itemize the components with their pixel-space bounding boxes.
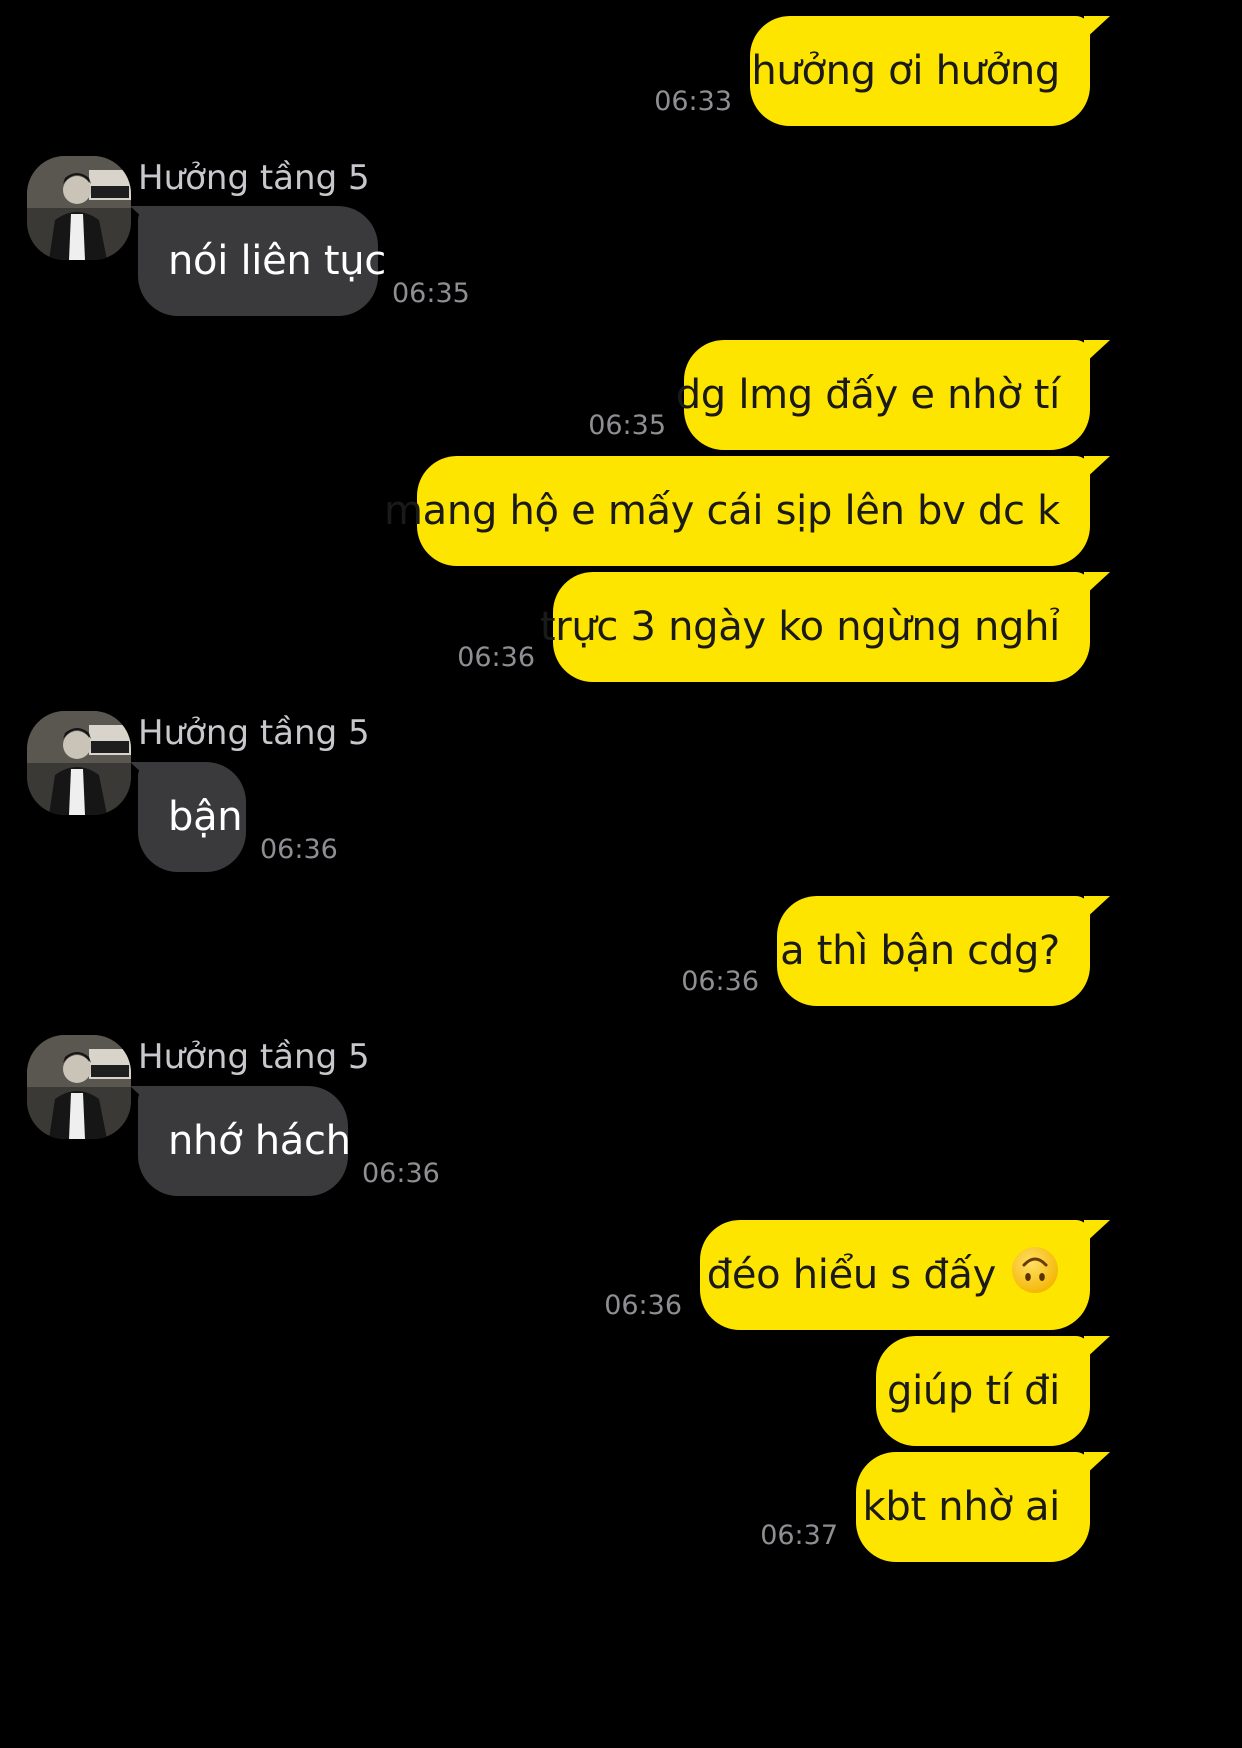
message-timestamp: 06:35 bbox=[392, 278, 470, 309]
message-text: nói liên tục bbox=[168, 238, 386, 284]
avatar-photo-icon bbox=[27, 156, 131, 260]
outgoing-message-bubble[interactable]: trực 3 ngày ko ngừng nghỉ bbox=[540, 572, 1090, 682]
message-text: trực 3 ngày ko ngừng nghỉ bbox=[539, 604, 1060, 650]
message-text: dg lmg đấy e nhờ tí bbox=[675, 372, 1061, 418]
message-text: mang hộ e mấy cái sịp lên bv dc k bbox=[384, 488, 1060, 534]
outgoing-message-bubble[interactable]: hưởng ơi hưởng bbox=[750, 16, 1090, 126]
message-timestamp: 06:36 bbox=[457, 642, 535, 673]
sender-name: Hưởng tầng 5 bbox=[138, 713, 370, 753]
message-text: giúp tí đi bbox=[887, 1368, 1060, 1414]
message-text: kbt nhờ ai bbox=[862, 1484, 1061, 1530]
outgoing-message-bubble[interactable]: đéo hiểu s đấy bbox=[700, 1220, 1090, 1330]
outgoing-message-bubble[interactable]: kbt nhờ ai bbox=[856, 1452, 1090, 1562]
contact-avatar[interactable] bbox=[27, 156, 131, 260]
message-timestamp: 06:36 bbox=[362, 1158, 440, 1189]
avatar-photo-icon bbox=[27, 711, 131, 815]
message-timestamp: 06:33 bbox=[654, 86, 732, 117]
outgoing-message-bubble[interactable]: giúp tí đi bbox=[876, 1336, 1090, 1446]
incoming-message-bubble[interactable]: bận bbox=[138, 762, 246, 872]
message-text: nhớ hách bbox=[168, 1118, 351, 1164]
upside-down-face-icon bbox=[1010, 1245, 1060, 1305]
message-timestamp: 06:36 bbox=[681, 966, 759, 997]
message-timestamp: 06:36 bbox=[260, 834, 338, 865]
message-text: bận bbox=[168, 794, 243, 840]
message-timestamp: 06:36 bbox=[604, 1290, 682, 1321]
sender-name: Hưởng tầng 5 bbox=[138, 1037, 370, 1077]
outgoing-message-bubble[interactable]: a thì bận cdg? bbox=[777, 896, 1090, 1006]
contact-avatar[interactable] bbox=[27, 1035, 131, 1139]
message-text: a thì bận cdg? bbox=[780, 928, 1060, 974]
outgoing-message-bubble[interactable]: dg lmg đấy e nhờ tí bbox=[676, 340, 1090, 450]
message-timestamp: 06:37 bbox=[760, 1520, 838, 1551]
incoming-message-bubble[interactable]: nói liên tục bbox=[138, 206, 386, 316]
incoming-message-bubble[interactable]: nhớ hách bbox=[138, 1086, 351, 1196]
outgoing-message-bubble[interactable]: mang hộ e mấy cái sịp lên bv dc k bbox=[384, 456, 1090, 566]
sender-name: Hưởng tầng 5 bbox=[138, 158, 370, 198]
message-text: hưởng ơi hưởng bbox=[751, 48, 1060, 94]
message-text: đéo hiểu s đấy bbox=[706, 1252, 997, 1298]
avatar-photo-icon bbox=[27, 1035, 131, 1139]
message-timestamp: 06:35 bbox=[588, 410, 666, 441]
contact-avatar[interactable] bbox=[27, 711, 131, 815]
